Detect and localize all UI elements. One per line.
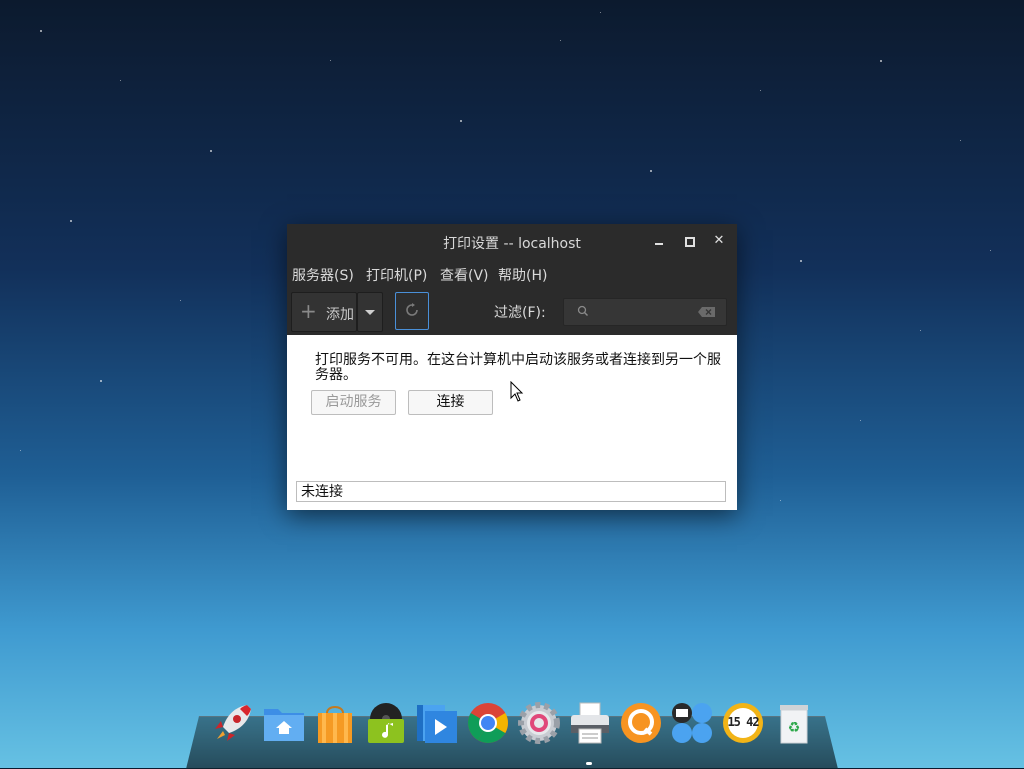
search-icon bbox=[577, 305, 588, 316]
svg-text:♻: ♻ bbox=[788, 720, 801, 736]
launcher-rocket-icon[interactable] bbox=[211, 701, 255, 745]
toolbar: + 添加 过滤(F): bbox=[287, 288, 737, 335]
menu-view[interactable]: 查看(V) bbox=[440, 265, 489, 285]
add-dropdown-button[interactable] bbox=[357, 292, 383, 332]
connect-button[interactable]: 连接 bbox=[408, 390, 493, 415]
filter-field[interactable] bbox=[563, 298, 727, 326]
refresh-button[interactable] bbox=[395, 292, 429, 330]
window-title: 打印设置 -- localhost bbox=[443, 236, 581, 252]
clock-text: 15 42 bbox=[727, 715, 759, 729]
plus-icon: + bbox=[300, 299, 317, 323]
menu-server[interactable]: 服务器(S) bbox=[292, 265, 354, 285]
service-unavailable-message: 打印服务不可用。在这台计算机中启动该服务或者连接到另一个服务器。 bbox=[315, 352, 721, 383]
chrome-browser-icon[interactable] bbox=[466, 701, 510, 745]
maximize-button[interactable] bbox=[681, 233, 697, 249]
maximize-icon bbox=[685, 237, 695, 247]
add-button-label: 添加 bbox=[326, 307, 354, 323]
printer-icon[interactable] bbox=[568, 701, 612, 745]
input-method-icon[interactable] bbox=[670, 701, 714, 745]
minimize-icon bbox=[655, 243, 663, 245]
app-store-icon[interactable] bbox=[313, 701, 357, 745]
menu-bar: 服务器(S) 打印机(P) 查看(V) 帮助(H) bbox=[287, 258, 737, 288]
filter-input[interactable] bbox=[590, 299, 694, 325]
start-service-button[interactable]: 启动服务 bbox=[311, 390, 396, 415]
browser-q-icon[interactable] bbox=[619, 701, 663, 745]
trash-icon[interactable]: ♻ bbox=[772, 701, 816, 745]
refresh-icon bbox=[406, 303, 418, 316]
menu-printer[interactable]: 打印机(P) bbox=[366, 265, 427, 285]
video-player-icon[interactable] bbox=[415, 701, 459, 745]
status-bar: 未连接 bbox=[296, 481, 726, 502]
print-settings-window: 打印设置 -- localhost ✕ 服务器(S) 打印机(P) 查看(V) … bbox=[287, 224, 737, 510]
close-button[interactable]: ✕ bbox=[711, 233, 727, 249]
active-indicator bbox=[586, 762, 592, 765]
content-area: 打印服务不可用。在这台计算机中启动该服务或者连接到另一个服务器。 启动服务 连接… bbox=[287, 335, 737, 510]
add-button[interactable]: + 添加 bbox=[291, 292, 357, 332]
mouse-cursor-icon bbox=[510, 381, 524, 402]
settings-icon[interactable] bbox=[517, 701, 561, 745]
chevron-down-icon bbox=[365, 310, 375, 315]
menu-help[interactable]: 帮助(H) bbox=[498, 265, 547, 285]
file-manager-icon[interactable] bbox=[262, 701, 306, 745]
title-bar[interactable]: 打印设置 -- localhost ✕ bbox=[287, 224, 737, 258]
clock-icon[interactable]: 15 42 bbox=[721, 701, 765, 745]
music-player-icon[interactable] bbox=[364, 701, 408, 745]
minimize-button[interactable] bbox=[651, 233, 667, 249]
filter-label: 过滤(F): bbox=[494, 305, 546, 321]
clear-icon[interactable] bbox=[698, 307, 716, 317]
close-icon: ✕ bbox=[713, 233, 725, 248]
